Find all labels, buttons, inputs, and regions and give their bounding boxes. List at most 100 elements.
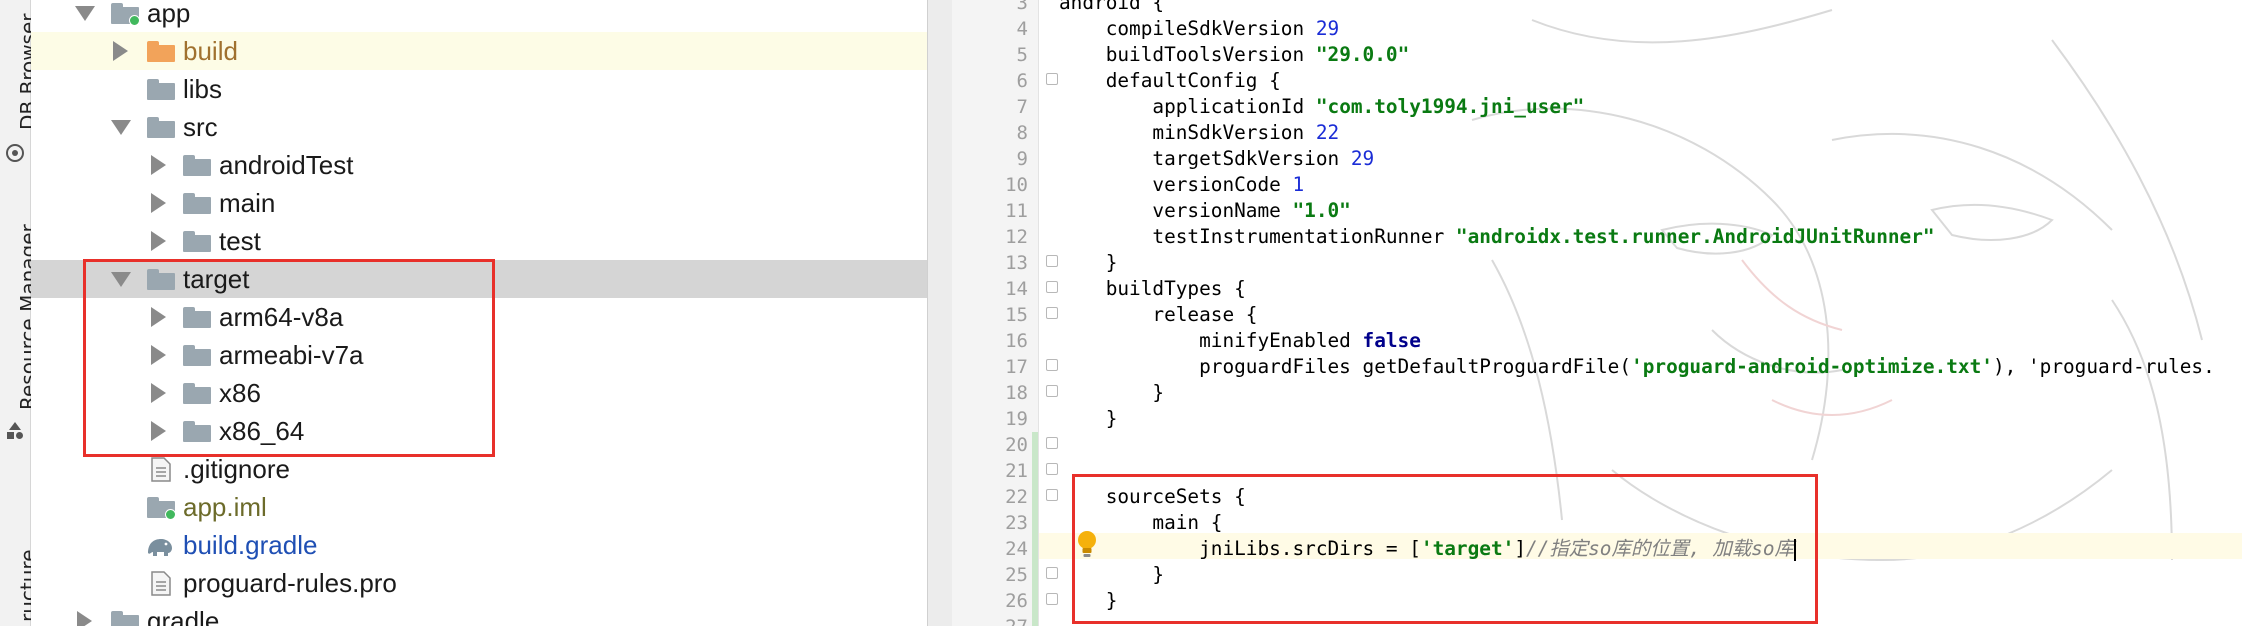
tree-node-test[interactable]: test [31, 222, 927, 260]
fold-marker-icon[interactable] [1046, 593, 1058, 605]
line-number: 12 [1005, 226, 1028, 248]
tree-node-label: app.iml [183, 492, 267, 522]
code-line: } [1059, 381, 1165, 404]
module-file-icon [147, 497, 176, 520]
collapse-arrow-icon[interactable] [75, 6, 95, 21]
code-line: applicationId "com.toly1994.jni_user" [1059, 95, 1585, 118]
line-number: 20 [1005, 434, 1028, 456]
panel-splitter[interactable] [927, 0, 953, 626]
line-number: 16 [1005, 330, 1028, 352]
tree-node-main[interactable]: main [31, 184, 927, 222]
fold-marker-icon[interactable] [1046, 489, 1058, 501]
tree-node-label: proguard-rules.pro [183, 568, 397, 598]
line-number: 19 [1005, 408, 1028, 430]
gradle-elephant-icon [148, 539, 172, 556]
tree-node-label: androidTest [219, 150, 354, 180]
line-number: 26 [1005, 590, 1028, 612]
line-number: 15 [1005, 304, 1028, 326]
excluded-folder-icon [147, 41, 175, 62]
line-number: 27 [952, 616, 1028, 626]
annotation-box-sourcesets [1072, 474, 1818, 624]
fold-marker-icon[interactable] [1046, 437, 1058, 449]
module-folder-icon [111, 3, 140, 26]
line-number: 17 [1005, 356, 1028, 378]
folder-icon [183, 231, 211, 252]
tree-node-build-gradle[interactable]: build.gradle [31, 526, 927, 564]
line-number: 3 [1016, 0, 1028, 14]
fold-marker-icon[interactable] [1046, 307, 1058, 319]
line-number: 9 [1016, 148, 1028, 170]
tool-window-strip: DB Browser Resource Manager ructure [0, 0, 40, 626]
fold-marker-icon[interactable] [1046, 359, 1058, 371]
folder-icon [183, 193, 211, 214]
fold-marker-icon[interactable] [1046, 281, 1058, 293]
code-line: buildTypes { [1059, 277, 1246, 300]
code-line: minifyEnabled false [1059, 329, 1421, 352]
line-number: 10 [1005, 174, 1028, 196]
line-number: 24 [1005, 538, 1028, 560]
line-number: 11 [1005, 200, 1028, 222]
tree-node-app[interactable]: app [31, 0, 927, 32]
line-number: 7 [1016, 96, 1028, 118]
tree-node-label: gradle [147, 606, 220, 626]
code-line: testInstrumentationRunner "androidx.test… [1059, 225, 1935, 248]
line-number: 14 [1005, 278, 1028, 300]
line-number: 8 [1016, 122, 1028, 144]
tree-node-label: build.gradle [183, 530, 318, 560]
expand-arrow-icon[interactable] [151, 155, 166, 175]
annotation-box-target [83, 259, 495, 457]
code-line: proguardFiles getDefaultProguardFile('pr… [1059, 355, 2215, 378]
code-line: defaultConfig { [1059, 69, 1281, 92]
line-number: 22 [1005, 486, 1028, 508]
fold-marker-icon[interactable] [1046, 255, 1058, 267]
tree-node-label: main [219, 188, 276, 218]
line-number: 13 [1005, 252, 1028, 274]
line-number: 23 [1005, 512, 1028, 534]
folder-icon [183, 155, 211, 176]
code-line: } [1059, 251, 1118, 274]
project-tree: app build libs src androidTest main test [31, 0, 927, 626]
resource-manager-icon [7, 422, 23, 439]
tree-node-label: src [183, 112, 218, 142]
code-line: android { [1059, 0, 1165, 14]
code-line: release { [1059, 303, 1258, 326]
code-line: buildToolsVersion "29.0.0" [1059, 43, 1410, 66]
tree-node-src[interactable]: src [31, 108, 927, 146]
fold-marker-icon[interactable] [1046, 385, 1058, 397]
tree-node-label: build [183, 36, 238, 66]
expand-arrow-icon[interactable] [151, 231, 166, 251]
code-line: } [1059, 407, 1118, 430]
tree-node-label: .gitignore [183, 454, 290, 484]
code-line: minSdkVersion 22 [1059, 121, 1340, 144]
line-number: 6 [1016, 70, 1028, 92]
code-editor[interactable]: 3 4 5 6 7 8 9 10 11 12 13 14 15 16 17 18… [952, 0, 2242, 626]
tree-node-app-iml[interactable]: app.iml [31, 488, 927, 526]
tree-node-label: libs [183, 74, 223, 104]
line-number: 21 [1005, 460, 1028, 482]
code-line: versionCode 1 [1059, 173, 1305, 196]
tree-node-build[interactable]: build [31, 32, 927, 70]
expand-arrow-icon[interactable] [151, 193, 166, 213]
code-line: targetSdkVersion 29 [1059, 147, 1375, 170]
fold-marker-icon[interactable] [1046, 73, 1058, 85]
folder-icon [111, 611, 139, 626]
collapse-arrow-icon[interactable] [111, 120, 131, 135]
tree-node-libs[interactable]: libs [31, 70, 927, 108]
folder-icon [147, 79, 175, 100]
fold-marker-icon[interactable] [1046, 463, 1058, 475]
tree-node-gradle[interactable]: gradle [31, 602, 927, 626]
tree-node-label: test [219, 226, 261, 256]
tree-node-proguard-rules[interactable]: proguard-rules.pro [31, 564, 927, 602]
line-number: 25 [1005, 564, 1028, 586]
expand-arrow-icon[interactable] [113, 41, 128, 61]
fold-marker-icon[interactable] [1046, 567, 1058, 579]
line-number: 18 [1005, 382, 1028, 404]
tree-node-label: app [147, 0, 191, 28]
line-number: 4 [1016, 18, 1028, 40]
line-number: 5 [1016, 44, 1028, 66]
database-icon [6, 144, 24, 162]
text-file-icon [151, 571, 171, 596]
expand-arrow-icon[interactable] [77, 611, 92, 626]
tree-node-androidtest[interactable]: androidTest [31, 146, 927, 184]
code-line: versionName "1.0" [1059, 199, 1351, 222]
